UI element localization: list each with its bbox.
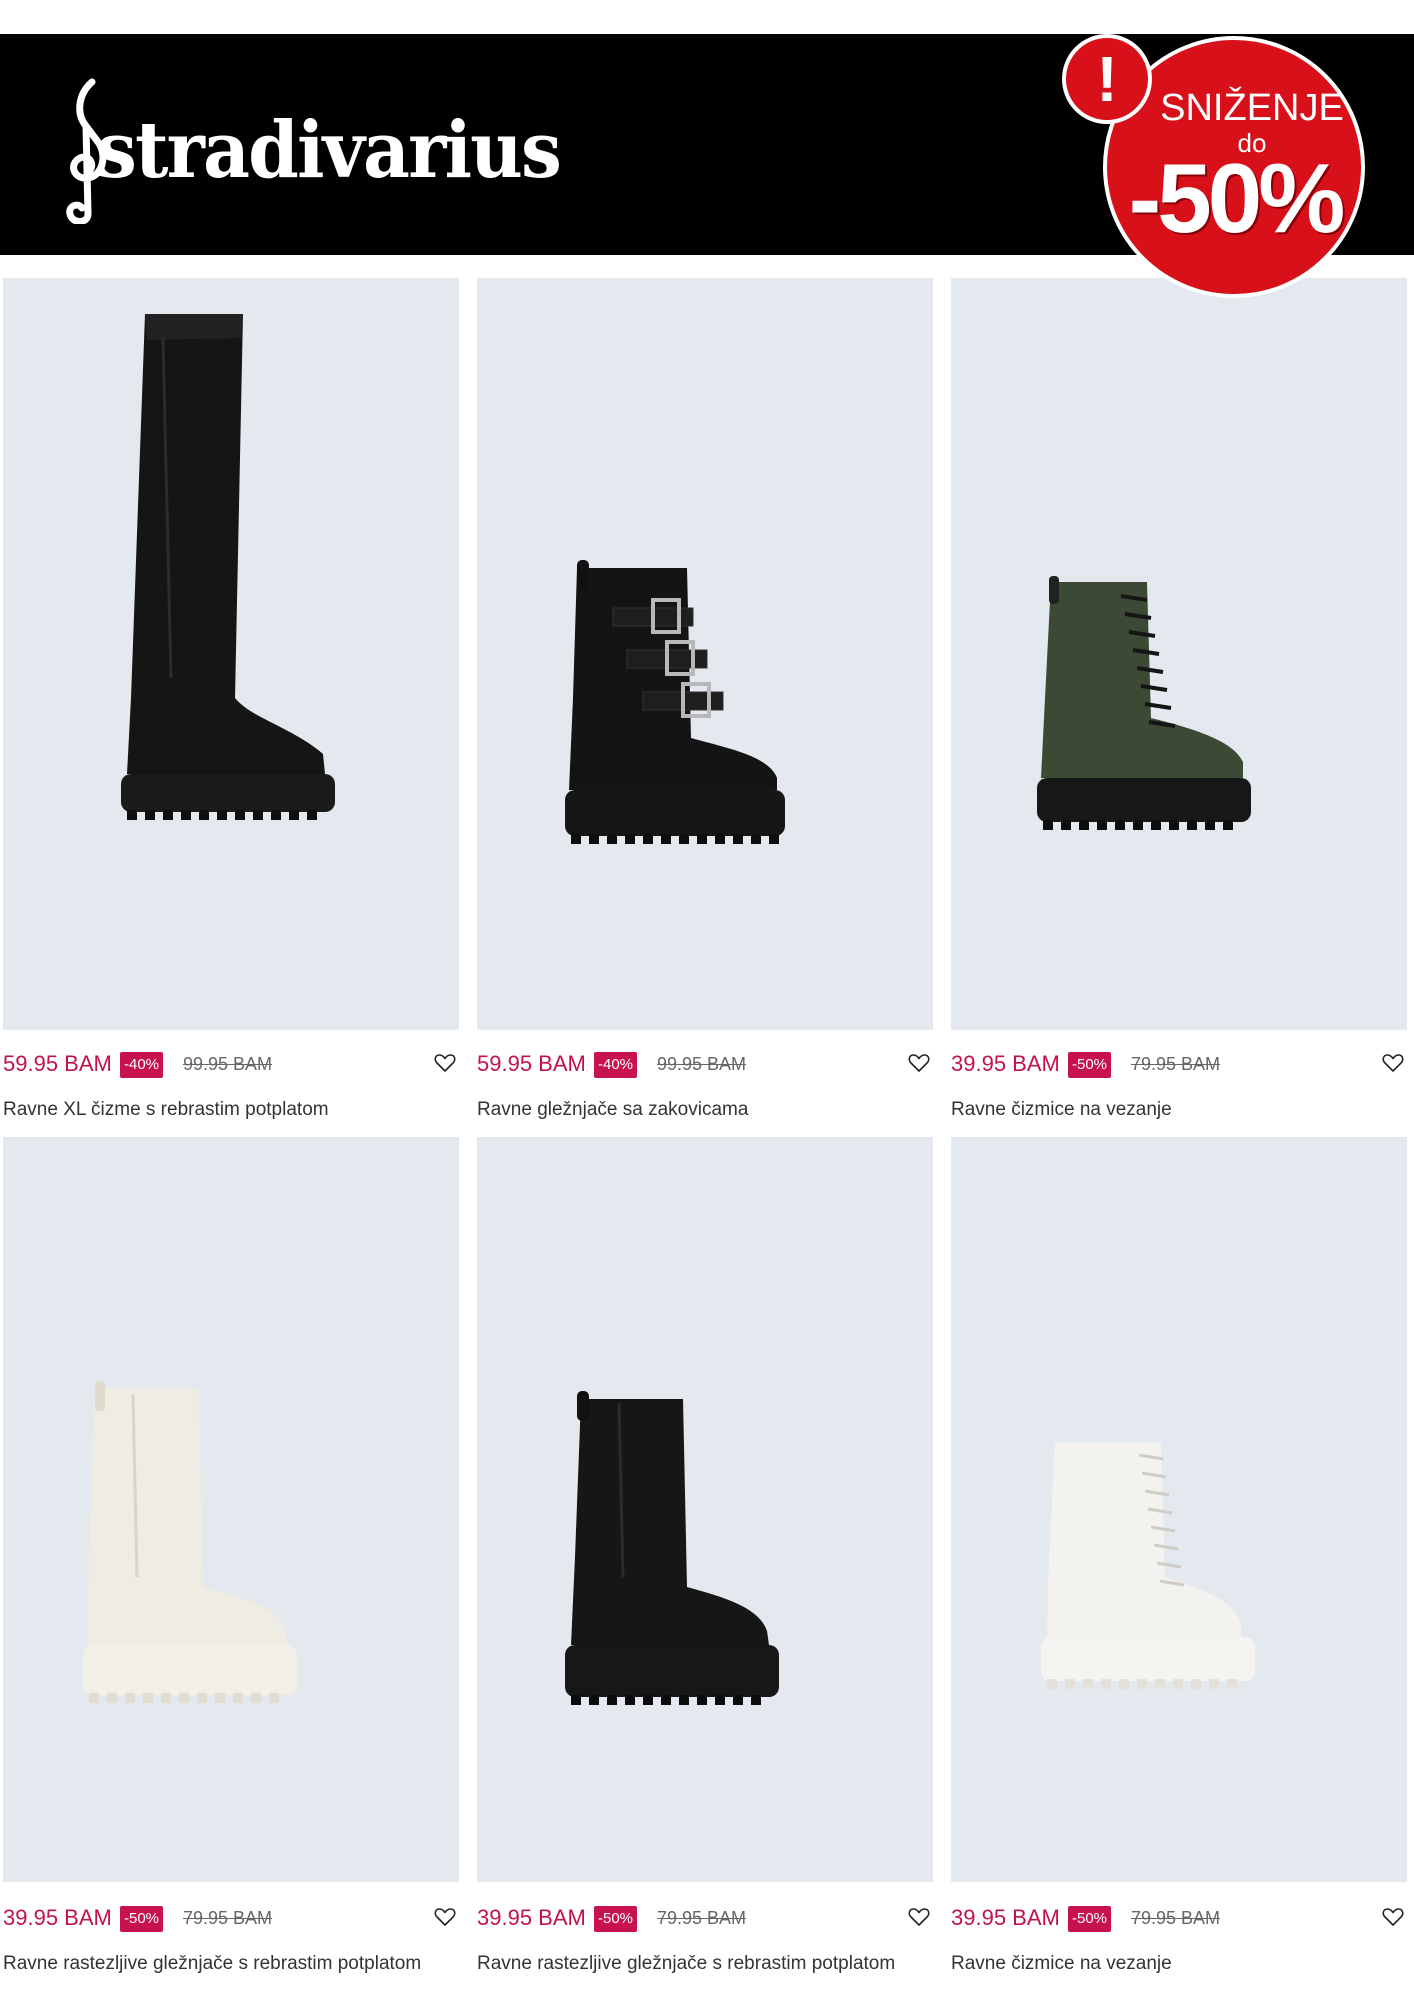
- sale-percent: -50%: [1128, 143, 1346, 253]
- product-name[interactable]: Ravne čizmice na vezanje: [951, 1951, 1172, 1977]
- product-name[interactable]: Ravne rastezljive gležnjače s rebrastim …: [3, 1951, 421, 1977]
- price-row: 59.95 BAM -40% 99.95 BAM: [477, 1049, 933, 1079]
- boot-illustration: [565, 560, 785, 844]
- discount-badge: -50%: [594, 1906, 638, 1932]
- sale-title: SNIŽENJE: [1160, 87, 1344, 129]
- price-row: 39.95 BAM -50% 79.95 BAM: [3, 1903, 459, 1933]
- boot-illustration: [565, 1391, 779, 1705]
- product-image[interactable]: [477, 278, 933, 1030]
- product-name[interactable]: Ravne gležnjače sa zakovicama: [477, 1097, 748, 1123]
- boot-illustration: [1041, 1443, 1255, 1689]
- original-price: 99.95 BAM: [657, 1054, 747, 1074]
- heart-icon[interactable]: [1381, 1905, 1405, 1929]
- heart-icon[interactable]: [1381, 1051, 1405, 1075]
- original-price: 79.95 BAM: [657, 1908, 747, 1928]
- price-row: 39.95 BAM -50% 79.95 BAM: [951, 1049, 1407, 1079]
- boot-illustration: [83, 1381, 297, 1703]
- original-price: 79.95 BAM: [1131, 1908, 1221, 1928]
- heart-icon[interactable]: [907, 1051, 931, 1075]
- heart-icon[interactable]: [433, 1905, 457, 1929]
- original-price: 79.95 BAM: [1131, 1054, 1221, 1074]
- product-image[interactable]: [477, 1137, 933, 1882]
- boot-illustration: [121, 314, 335, 820]
- discount-badge: -50%: [120, 1906, 164, 1932]
- product-image[interactable]: [951, 1137, 1407, 1882]
- sale-price: 39.95 BAM: [951, 1905, 1060, 1930]
- product-image[interactable]: [3, 278, 459, 1030]
- original-price: 79.95 BAM: [183, 1908, 273, 1928]
- price-row: 39.95 BAM -50% 79.95 BAM: [951, 1903, 1407, 1933]
- boot-illustration: [1037, 576, 1251, 830]
- sale-price: 59.95 BAM: [3, 1051, 112, 1076]
- product-image[interactable]: [3, 1137, 459, 1882]
- brand-wordmark: stradivarius: [96, 105, 562, 196]
- product-image[interactable]: [951, 278, 1407, 1030]
- discount-badge: -40%: [120, 1052, 164, 1078]
- stradivarius-logo[interactable]: stradivarius: [58, 74, 618, 224]
- price-row: 39.95 BAM -50% 79.95 BAM: [477, 1903, 933, 1933]
- product-name[interactable]: Ravne čizmice na vezanje: [951, 1097, 1172, 1123]
- discount-badge: -40%: [594, 1052, 638, 1078]
- heart-icon[interactable]: [907, 1905, 931, 1929]
- product-name[interactable]: Ravne rastezljive gležnjače s rebrastim …: [477, 1951, 895, 1977]
- discount-badge: -50%: [1068, 1052, 1112, 1078]
- product-name[interactable]: Ravne XL čizme s rebrastim potplatom: [3, 1097, 329, 1123]
- sale-price: 39.95 BAM: [477, 1905, 586, 1930]
- sale-price: 59.95 BAM: [477, 1051, 586, 1076]
- sale-price: 39.95 BAM: [951, 1051, 1060, 1076]
- exclamation-icon: !: [1062, 34, 1152, 124]
- sale-price: 39.95 BAM: [3, 1905, 112, 1930]
- heart-icon[interactable]: [433, 1051, 457, 1075]
- discount-badge: -50%: [1068, 1906, 1112, 1932]
- price-row: 59.95 BAM -40% 99.95 BAM: [3, 1049, 459, 1079]
- original-price: 99.95 BAM: [183, 1054, 273, 1074]
